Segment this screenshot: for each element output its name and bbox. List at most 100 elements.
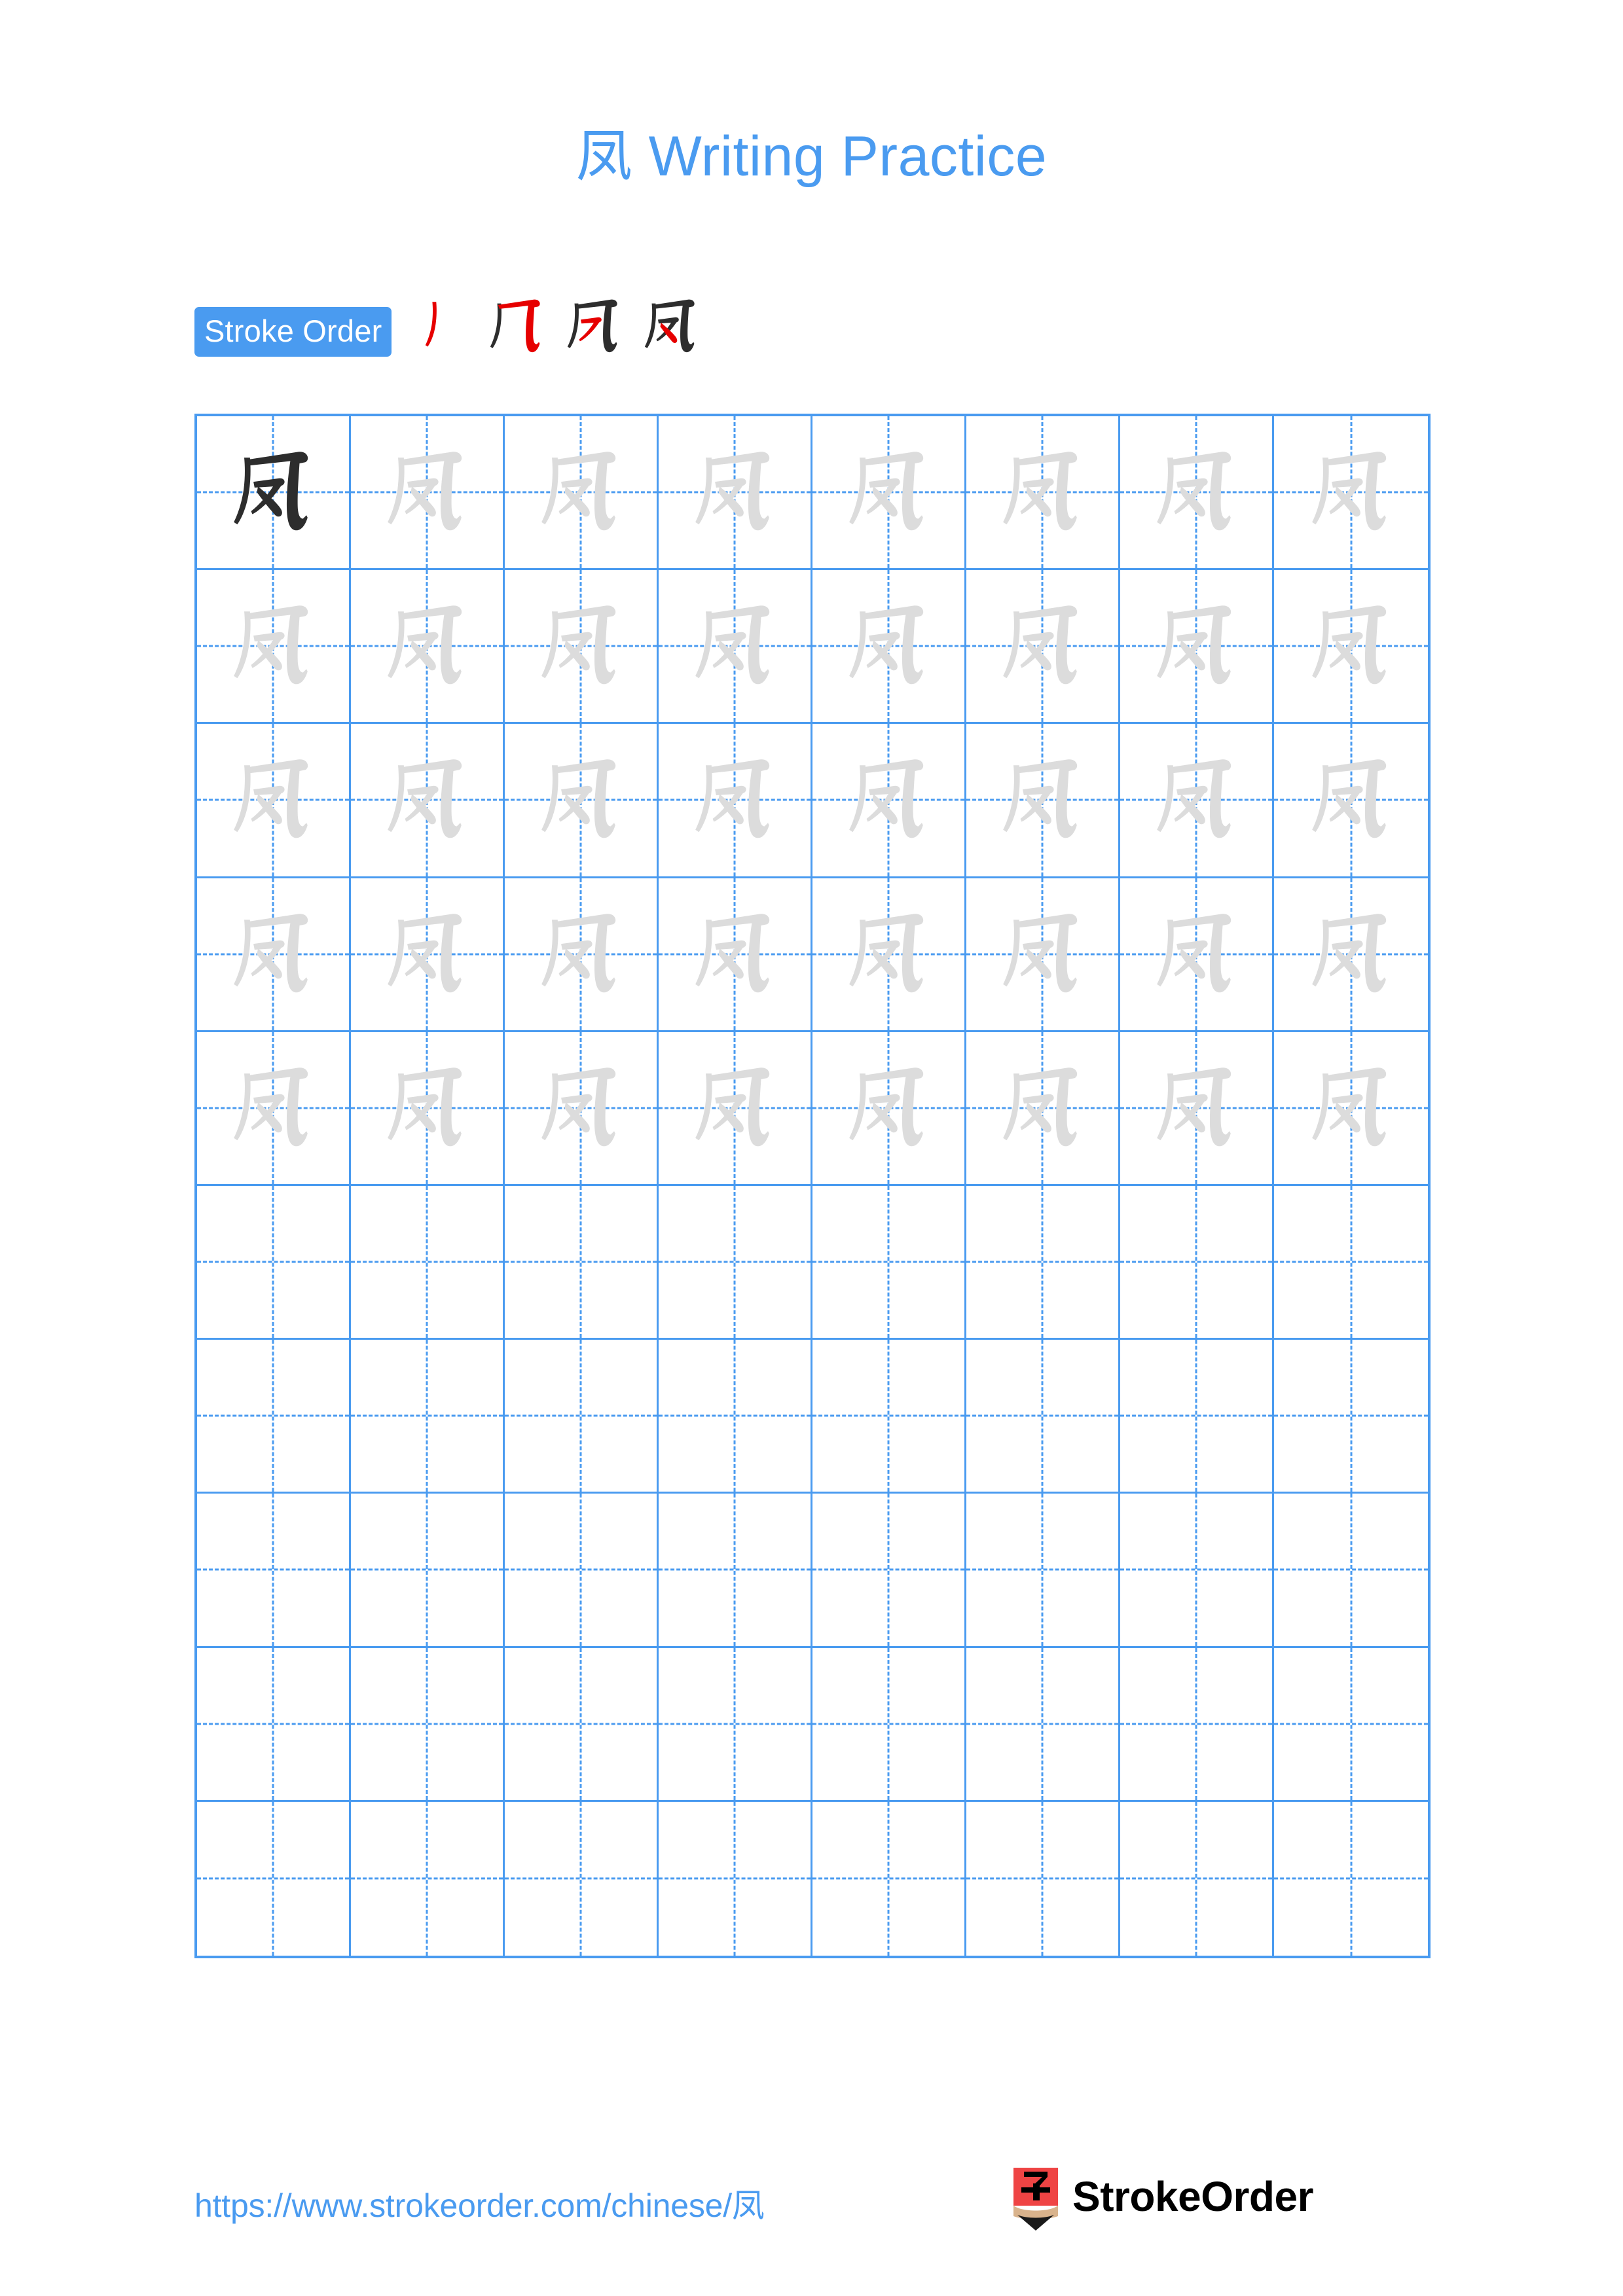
practice-cell[interactable] [1120, 1185, 1274, 1340]
practice-cell[interactable] [197, 1647, 351, 1802]
practice-grid [194, 414, 1431, 1958]
trace-character [659, 878, 811, 1030]
practice-cell[interactable] [966, 878, 1120, 1032]
practice-cell[interactable] [812, 878, 966, 1032]
practice-cell[interactable] [966, 1031, 1120, 1186]
practice-cell[interactable] [351, 1801, 505, 1956]
practice-cell[interactable] [351, 1031, 505, 1186]
trace-character [1120, 1032, 1272, 1184]
practice-cell[interactable] [812, 1031, 966, 1186]
practice-cell[interactable] [351, 724, 505, 878]
practice-cell[interactable] [505, 1647, 659, 1802]
footer-brand[interactable]: StrokeOrder [1013, 2168, 1313, 2231]
practice-cell[interactable] [505, 570, 659, 725]
practice-cell[interactable] [505, 724, 659, 878]
practice-cell[interactable] [1274, 1802, 1428, 1956]
practice-cell[interactable] [1274, 1340, 1428, 1494]
practice-cell[interactable] [659, 1340, 812, 1494]
practice-cell[interactable] [1274, 1032, 1428, 1186]
practice-cell[interactable] [966, 1340, 1120, 1494]
practice-cell[interactable] [812, 1801, 966, 1956]
practice-cell[interactable] [812, 724, 966, 878]
practice-cell[interactable] [812, 1340, 966, 1494]
practice-cell[interactable] [1274, 1648, 1428, 1802]
trace-character [659, 724, 811, 876]
practice-cell[interactable] [659, 1185, 812, 1340]
practice-cell[interactable] [1120, 724, 1274, 878]
practice-cell[interactable] [197, 724, 351, 878]
practice-cell[interactable] [1120, 1340, 1274, 1494]
practice-cell[interactable] [1120, 878, 1274, 1032]
practice-cell[interactable] [197, 1801, 351, 1956]
practice-cell[interactable] [966, 1494, 1120, 1648]
practice-cell[interactable] [812, 416, 966, 571]
practice-cell[interactable] [1274, 724, 1428, 878]
practice-cell[interactable] [659, 1494, 812, 1648]
trace-character [1120, 724, 1272, 876]
practice-cell[interactable] [966, 1801, 1120, 1956]
practice-cell[interactable] [197, 416, 351, 571]
practice-cell[interactable] [351, 1340, 505, 1494]
practice-cell[interactable] [1274, 1494, 1428, 1648]
practice-cell[interactable] [966, 416, 1120, 571]
trace-character [1274, 416, 1428, 568]
trace-character [505, 878, 657, 1030]
practice-cell[interactable] [505, 878, 659, 1032]
practice-cell[interactable] [812, 1647, 966, 1802]
footer-url[interactable]: https://www.strokeorder.com/chinese/凤 [194, 2179, 765, 2227]
practice-cell[interactable] [1120, 1031, 1274, 1186]
practice-cell[interactable] [1274, 1186, 1428, 1340]
stroke-order-badge: Stroke Order [194, 307, 392, 357]
trace-character [351, 416, 503, 568]
stroke-step-4 [632, 293, 710, 370]
practice-cell[interactable] [659, 416, 812, 571]
practice-cell[interactable] [659, 878, 812, 1032]
practice-cell[interactable] [505, 1185, 659, 1340]
practice-cell[interactable] [505, 1494, 659, 1648]
practice-cell[interactable] [351, 1647, 505, 1802]
practice-cell[interactable] [351, 1185, 505, 1340]
practice-cell[interactable] [351, 1494, 505, 1648]
practice-cell[interactable] [351, 878, 505, 1032]
practice-cell[interactable] [197, 1340, 351, 1494]
practice-cell[interactable] [966, 1647, 1120, 1802]
practice-cell[interactable] [812, 1494, 966, 1648]
trace-character [659, 1032, 811, 1184]
pencil-logo-glyph [1013, 2168, 1058, 2231]
practice-cell[interactable] [659, 724, 812, 878]
practice-cell[interactable] [812, 570, 966, 725]
practice-cell[interactable] [1274, 878, 1428, 1032]
practice-cell[interactable] [1120, 416, 1274, 571]
practice-cell[interactable] [197, 1494, 351, 1648]
practice-cell[interactable] [659, 1647, 812, 1802]
practice-cell[interactable] [505, 1801, 659, 1956]
page-title: 凤 Writing Practice [575, 125, 1048, 188]
practice-cell[interactable] [1274, 570, 1428, 725]
practice-cell[interactable] [505, 1031, 659, 1186]
practice-cell[interactable] [1274, 416, 1428, 571]
practice-cell[interactable] [505, 1340, 659, 1494]
practice-cell[interactable] [966, 570, 1120, 725]
practice-cell[interactable] [1120, 570, 1274, 725]
practice-cell[interactable] [1120, 1494, 1274, 1648]
trace-character [505, 724, 657, 876]
practice-cell[interactable] [659, 1031, 812, 1186]
practice-cell[interactable] [812, 1185, 966, 1340]
practice-cell[interactable] [197, 878, 351, 1032]
practice-cell[interactable] [197, 570, 351, 725]
stroke-step-2-glyph [490, 299, 541, 353]
practice-cell[interactable] [505, 416, 659, 571]
practice-cell[interactable] [351, 416, 505, 571]
practice-cell[interactable] [659, 1801, 812, 1956]
stroke-order-section: Stroke Order [194, 299, 710, 361]
practice-cell[interactable] [966, 1185, 1120, 1340]
strokeorder-logo-icon [1013, 2168, 1058, 2231]
practice-cell[interactable] [197, 1031, 351, 1186]
trace-character [812, 724, 964, 876]
practice-cell[interactable] [351, 570, 505, 725]
practice-cell[interactable] [1120, 1647, 1274, 1802]
practice-cell[interactable] [197, 1185, 351, 1340]
practice-cell[interactable] [1120, 1801, 1274, 1956]
practice-cell[interactable] [966, 724, 1120, 878]
practice-cell[interactable] [659, 570, 812, 725]
